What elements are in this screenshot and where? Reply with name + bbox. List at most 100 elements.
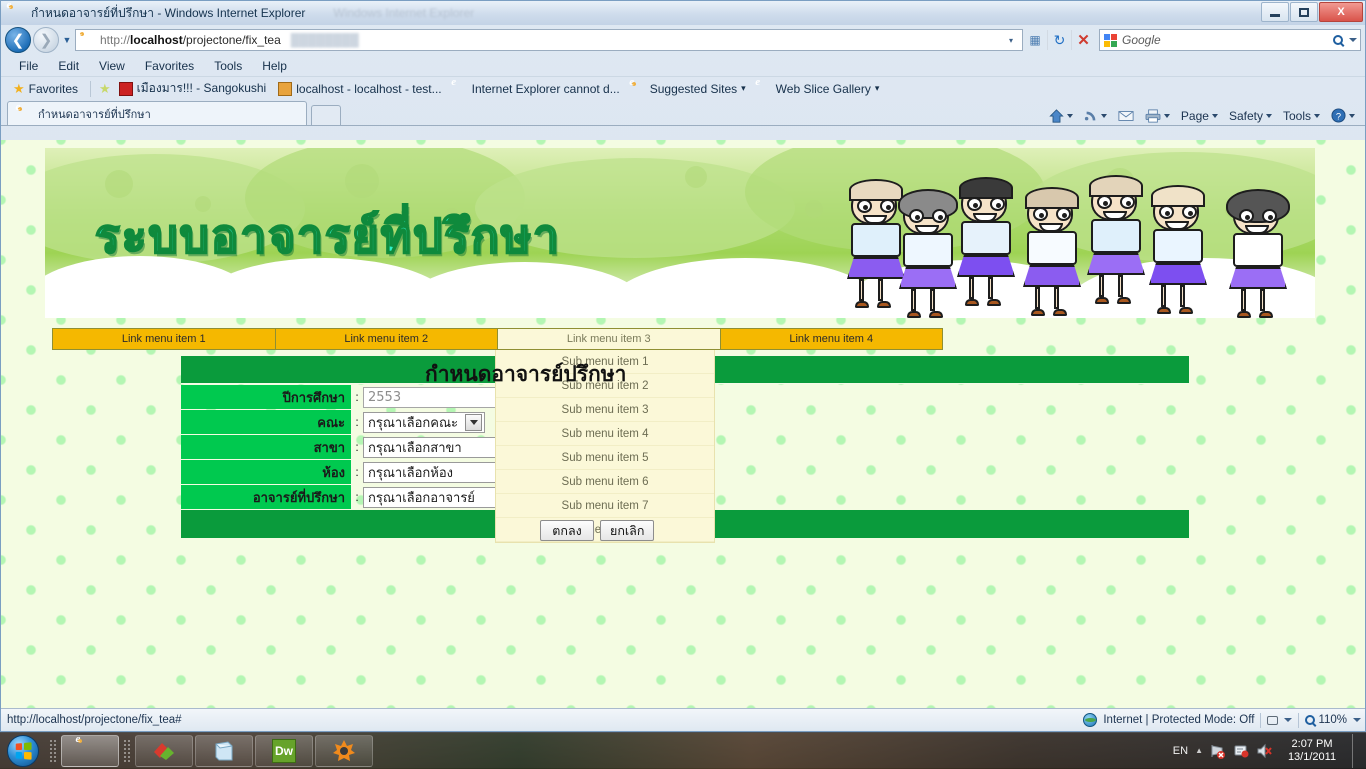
help-icon: ? [1331, 108, 1346, 123]
favorite-item-sangokushi[interactable]: เมืองมาร!!! - Sangokushi [115, 79, 271, 98]
status-zone-text: Internet | Protected Mode: Off [1103, 714, 1255, 726]
chevron-down-icon[interactable] [1066, 113, 1073, 118]
nav-item-2[interactable]: Link menu item 2 [274, 328, 498, 350]
favorite-item-web-slice-gallery[interactable]: Web Slice Gallery ▾ [754, 82, 884, 96]
zoom-control[interactable]: 110% [1305, 714, 1347, 726]
nav-item-3[interactable]: Link menu item 3 [497, 328, 721, 350]
menu-bar: File Edit View Favorites Tools Help [1, 55, 1365, 76]
show-hidden-icons-button[interactable]: ▲ [1195, 746, 1203, 755]
stop-icon[interactable]: ✕ [1071, 30, 1095, 50]
minimize-button[interactable] [1261, 2, 1289, 22]
tab-active[interactable]: กำหนดอาจารย์ที่ปรึกษา [7, 101, 307, 125]
menu-view[interactable]: View [89, 59, 135, 73]
taskbar-grip[interactable] [49, 738, 57, 763]
volume-muted-icon[interactable] [1256, 743, 1272, 759]
search-provider-caret-icon[interactable] [1349, 38, 1357, 42]
nav-item-4[interactable]: Link menu item 4 [719, 328, 943, 350]
address-input[interactable]: http://localhost/projectone/fix_tea ████… [75, 29, 1023, 51]
ie-logo-icon [9, 5, 25, 21]
taskbar-button-avast[interactable] [315, 734, 373, 767]
show-desktop-button[interactable] [1352, 733, 1362, 768]
search-icon[interactable] [1333, 35, 1343, 45]
chevron-down-icon[interactable] [1353, 718, 1361, 722]
tab-bar: กำหนดอาจารย์ที่ปรึกษา Page Safety Tools … [1, 100, 1365, 126]
phpmyadmin-icon [278, 81, 293, 96]
submit-button[interactable]: ตกลง [540, 520, 594, 541]
cancel-button[interactable]: ยกเลิก [600, 520, 655, 541]
page-menu-button[interactable]: Page [1177, 109, 1222, 123]
history-dropdown-icon[interactable]: ▼ [59, 35, 75, 45]
tools-menu-button[interactable]: Tools [1279, 109, 1324, 123]
favorite-label: Suggested Sites [649, 81, 738, 96]
submenu-item-6[interactable]: Sub menu item 6 [496, 470, 714, 494]
taskbar-button-app-red-green[interactable] [135, 734, 193, 767]
search-input[interactable]: Google [1099, 29, 1361, 51]
favorite-item-localhost[interactable]: localhost - localhost - test... [274, 81, 445, 96]
address-dropdown-icon[interactable]: ▾ [1002, 30, 1020, 50]
chevron-down-icon[interactable] [1211, 113, 1218, 118]
compatibility-view-icon[interactable]: ▦ [1023, 30, 1047, 50]
back-button[interactable]: ❮ [5, 27, 31, 53]
label-faculty: คณะ [181, 410, 351, 434]
submenu-item-5[interactable]: Sub menu item 5 [496, 446, 714, 470]
chevron-down-icon[interactable] [1349, 113, 1355, 118]
network-icon[interactable] [1210, 743, 1226, 759]
forward-button[interactable]: ❯ [33, 27, 59, 53]
refresh-icon[interactable]: ↻ [1047, 30, 1071, 50]
chevron-down-icon[interactable] [1265, 113, 1272, 118]
menu-help[interactable]: Help [252, 59, 297, 73]
colon: : [355, 415, 359, 429]
taskbar-grip[interactable] [123, 738, 131, 763]
favorite-item-ie-error[interactable]: Internet Explorer cannot d... [450, 82, 624, 96]
chevron-down-icon[interactable] [1284, 718, 1293, 722]
home-button[interactable] [1045, 108, 1077, 123]
windows-logo-icon [7, 734, 39, 767]
chevron-down-icon[interactable] [1100, 113, 1107, 118]
maximize-button[interactable] [1290, 2, 1318, 22]
close-button[interactable]: X [1319, 2, 1363, 22]
banner-title: ระบบอาจารย์ที่ปรึกษา [94, 208, 561, 264]
menu-file[interactable]: File [9, 59, 48, 73]
taskbar-button-internet-explorer[interactable] [61, 734, 119, 767]
chevron-down-icon[interactable] [1163, 113, 1170, 118]
feeds-button[interactable] [1080, 109, 1111, 123]
favorite-item-suggested-sites[interactable]: Suggested Sites ▾ [628, 82, 750, 96]
google-icon [1103, 33, 1117, 47]
menu-favorites[interactable]: Favorites [135, 59, 204, 73]
taskbar-button-notepad-like[interactable] [195, 734, 253, 767]
ie-icon [632, 82, 646, 96]
nav-menu: Link menu item 1 Link menu item 2 Link m… [52, 328, 943, 350]
taskbar-button-dreamweaver[interactable]: Dw [255, 734, 313, 767]
new-tab-button[interactable] [311, 105, 341, 125]
nav-item-1[interactable]: Link menu item 1 [52, 328, 276, 350]
chevron-down-icon[interactable] [465, 413, 482, 431]
faculty-select[interactable]: กรุณาเลือกคณะ [363, 411, 485, 433]
address-bar-tools: ▾ [1002, 30, 1020, 50]
status-bar: http://localhost/projectone/fix_tea# Int… [1, 708, 1365, 731]
submenu-item-3[interactable]: Sub menu item 3 [496, 398, 714, 422]
safety-menu-button[interactable]: Safety [1225, 109, 1276, 123]
tools-menu-label: Tools [1282, 108, 1311, 123]
action-center-icon[interactable] [1233, 743, 1249, 759]
submenu-item-7[interactable]: Sub menu item 7 [496, 494, 714, 518]
start-button[interactable] [0, 734, 46, 768]
help-menu-button[interactable]: ? [1327, 108, 1359, 123]
add-favorite-icon[interactable]: ★ [99, 82, 111, 95]
zoom-level: 110% [1318, 714, 1347, 726]
favorites-label: Favorites [28, 81, 79, 96]
safety-menu-label: Safety [1228, 108, 1263, 123]
mail-button[interactable] [1114, 110, 1138, 122]
clock[interactable]: 2:07 PM 13/1/2011 [1279, 738, 1345, 764]
taskbar: Dw EN ▲ 2:07 PM 13/1/2011 [0, 732, 1366, 769]
chevron-down-icon[interactable] [1314, 113, 1320, 118]
favorites-button[interactable]: ★ Favorites [9, 82, 82, 96]
colon: : [355, 440, 359, 454]
print-button[interactable] [1141, 108, 1174, 123]
favorite-label: เมืองมาร!!! - Sangokushi [136, 81, 267, 95]
menu-edit[interactable]: Edit [48, 59, 89, 73]
language-indicator[interactable]: EN [1173, 745, 1188, 757]
favorite-label: localhost - localhost - test... [296, 81, 442, 96]
menu-tools[interactable]: Tools [204, 59, 252, 73]
submenu-item-4[interactable]: Sub menu item 4 [496, 422, 714, 446]
favorite-label: Web Slice Gallery [775, 81, 871, 96]
